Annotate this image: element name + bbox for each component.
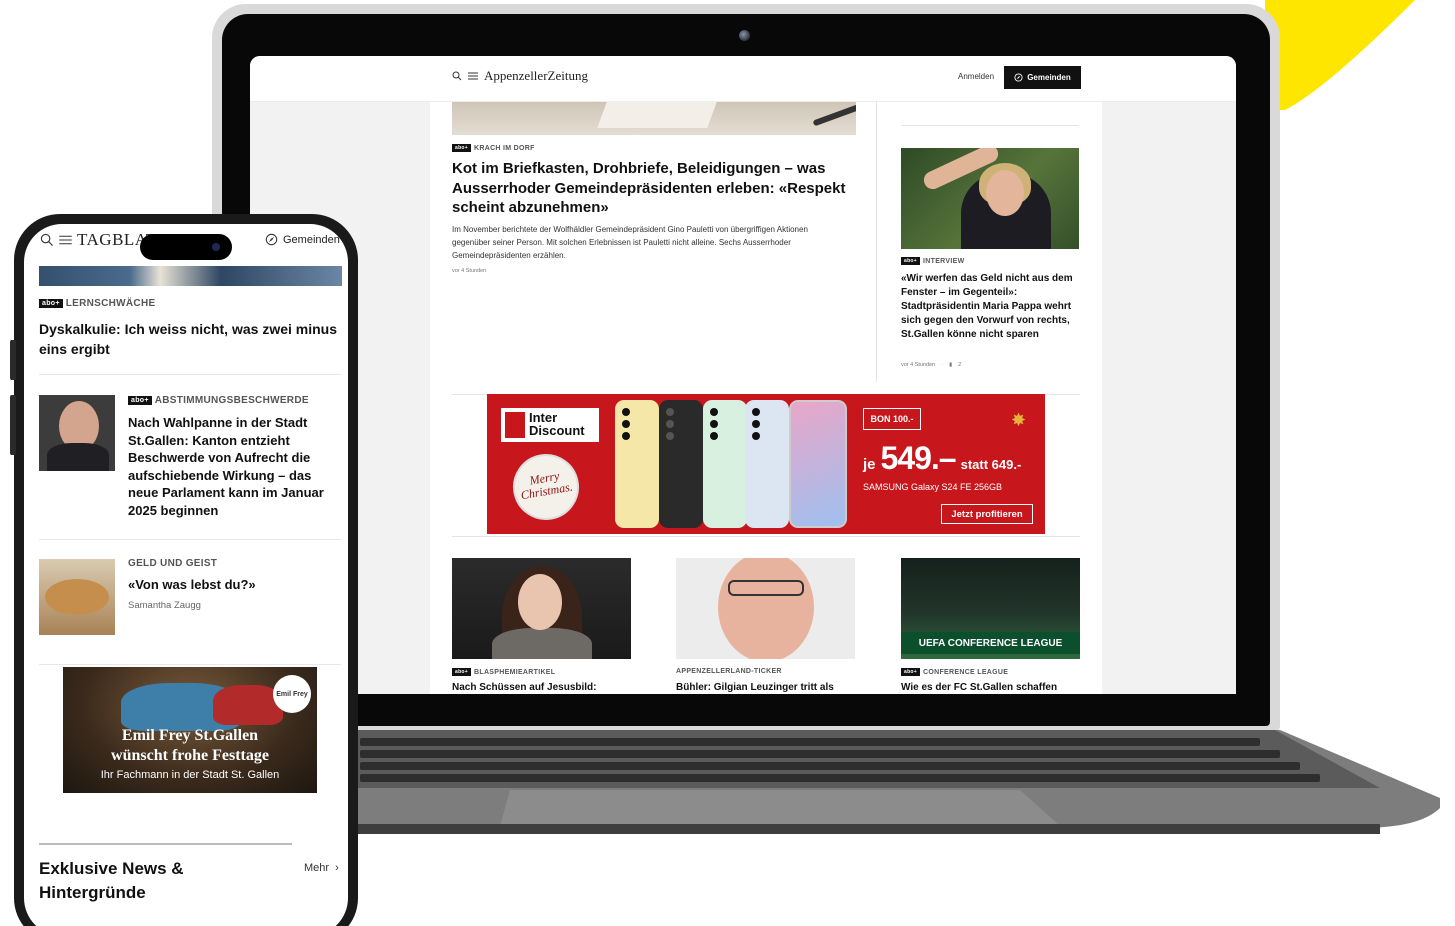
abo-badge: abo+	[901, 257, 921, 265]
card-kicker: abo+ BLASPHEMIEARTIKEL	[452, 668, 555, 676]
webcam-icon	[739, 30, 750, 41]
article-author: Samantha Zaugg	[128, 600, 201, 611]
phone-screen-image	[789, 400, 847, 528]
conference-league-banner: UEFA CONFERENCE LEAGUE	[901, 632, 1080, 654]
card-kicker: APPENZELLERLAND-TICKER	[676, 668, 782, 675]
advertisement-banner[interactable]: Emil Frey Emil Frey St.Gallen wünscht fr…	[63, 667, 317, 793]
ad-subline: Ihr Fachmann in der Stadt St. Gallen	[100, 769, 280, 781]
article-thumbnail[interactable]	[39, 559, 115, 635]
article-thumbnail[interactable]	[39, 395, 115, 471]
divider	[39, 664, 341, 665]
column-divider	[876, 102, 877, 382]
divider	[452, 536, 1080, 537]
article-image[interactable]	[452, 102, 856, 135]
phone-image	[745, 400, 789, 528]
phone-image	[659, 400, 703, 528]
ad-price: je 549.– statt 649.-	[863, 440, 1022, 476]
article-title[interactable]: Dyskalkulie: Ich weiss nicht, was zwei m…	[39, 319, 339, 359]
gemeinden-button[interactable]: Gemeinden	[1004, 66, 1081, 89]
dynamic-island	[140, 234, 232, 260]
ad-headline: Emil Frey St.Gallen	[121, 727, 259, 744]
article-title[interactable]: Kot im Briefkasten, Drohbriefe, Beleidig…	[452, 159, 847, 218]
volume-button	[10, 340, 16, 380]
site-logo[interactable]: AppenzellerZeitung	[484, 68, 588, 84]
compass-icon	[1014, 73, 1023, 82]
login-link[interactable]: Anmelden	[958, 72, 994, 81]
comment-count[interactable]: 2	[958, 362, 961, 368]
comment-icon[interactable]: ▮	[949, 362, 952, 368]
article-kicker: GELD UND GEIST	[128, 558, 218, 569]
star-icon: ✸	[1011, 410, 1027, 430]
menu-icon[interactable]	[468, 72, 478, 80]
bon-badge: BON 100.-	[863, 408, 921, 430]
ad-headline: wünscht frohe Festtage	[111, 747, 269, 764]
gemeinden-label: Gemeinden	[1027, 73, 1071, 82]
search-icon[interactable]	[40, 233, 54, 247]
phone-image	[703, 400, 747, 528]
article-lead: Im November berichtete der Wolfhäldler G…	[452, 225, 808, 260]
article-title[interactable]: Nach Wahlpanne in der Stadt St.Gallen: K…	[128, 414, 333, 520]
ad-cta-button[interactable]: Jetzt profitieren	[941, 504, 1033, 524]
card-image[interactable]	[676, 558, 855, 659]
gemeinden-button[interactable]: Gemeinden	[265, 233, 340, 246]
laptop-keyboard	[300, 730, 1440, 834]
compass-icon	[265, 233, 278, 246]
interview-meta: vor 4 Stunden · ▮ 2	[901, 362, 962, 368]
interview-title[interactable]: «Wir werfen das Geld nicht aus dem Fenst…	[901, 272, 1081, 342]
interdiscount-logo: Inter Discount	[499, 406, 601, 444]
article-image[interactable]	[39, 266, 342, 286]
interview-time: vor 4 Stunden	[901, 362, 936, 368]
card-title[interactable]: Nach Schüssen auf Jesusbild:	[452, 682, 597, 693]
card-image[interactable]	[452, 558, 631, 659]
site-header: AppenzellerZeitung Anmelden Gemeinden	[250, 56, 1236, 102]
phone-image	[615, 400, 659, 528]
abo-badge: abo+	[452, 668, 472, 676]
ad-product: SAMSUNG Galaxy S24 FE 256GB	[863, 482, 1003, 492]
section-divider	[39, 843, 292, 845]
abo-badge: abo+	[901, 668, 921, 676]
divider	[39, 374, 341, 375]
abo-badge: abo+	[39, 298, 63, 308]
article-kicker: abo+ ABSTIMMUNGSBESCHWERDE	[128, 395, 309, 406]
more-link[interactable]: Mehr ›	[304, 862, 339, 874]
abo-badge: abo+	[128, 395, 152, 405]
header-brand: AppenzellerZeitung	[452, 68, 588, 84]
article-title[interactable]: «Von was lebst du?»	[128, 577, 256, 592]
menu-icon[interactable]	[59, 235, 72, 245]
card-image[interactable]: UEFA CONFERENCE LEAGUE	[901, 558, 1080, 659]
gemeinden-label: Gemeinden	[283, 233, 340, 246]
card-title[interactable]: Wie es der FC St.Gallen schaffen	[901, 682, 1057, 693]
section-title: Exklusive News & Hintergründe	[39, 859, 184, 902]
article-kicker: abo+ KRACH IM DORF	[452, 144, 535, 152]
abo-badge: abo+	[452, 144, 472, 152]
divider	[39, 539, 341, 540]
laptop-screen: AppenzellerZeitung Anmelden Gemeinden ab…	[250, 56, 1236, 694]
article-kicker: abo+ LERNSCHWÄCHE	[39, 298, 155, 309]
advertisement-banner[interactable]: Inter Discount Merry Christmas. BON 100.- …	[487, 394, 1045, 534]
interview-kicker: abo+ INTERVIEW	[901, 257, 964, 265]
emil-frey-logo: Emil Frey	[273, 675, 311, 713]
article-time: vor 4 Stunden	[452, 268, 487, 274]
chevron-right-icon: ›	[332, 862, 339, 874]
volume-button	[10, 395, 16, 455]
divider	[901, 125, 1079, 126]
card-kicker: abo+ CONFERENCE LEAGUE	[901, 668, 1008, 676]
interview-image[interactable]	[901, 148, 1079, 249]
search-icon[interactable]	[452, 71, 462, 81]
card-title[interactable]: Bühler: Gilgian Leuzinger tritt als	[676, 682, 834, 693]
christmas-ball-icon: Merry Christmas.	[507, 448, 585, 526]
